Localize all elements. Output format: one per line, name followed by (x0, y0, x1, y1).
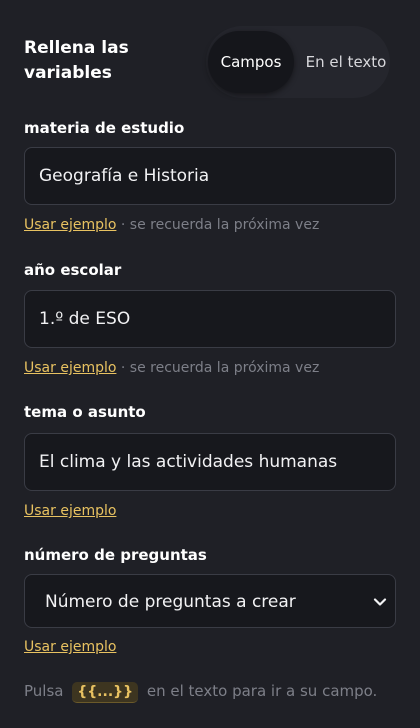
toggle-option-in-text[interactable]: En el texto (304, 26, 388, 98)
field-hint-subject: Usar ejemplo · se recuerda la próxima ve… (24, 216, 319, 234)
question-count-select-value: Número de preguntas a crear (45, 592, 296, 612)
subject-input[interactable] (24, 147, 396, 205)
use-example-link-subject[interactable]: Usar ejemplo (24, 217, 116, 233)
question-count-select[interactable]: Número de preguntas a crear (24, 574, 396, 628)
field-label-subject: materia de estudio (24, 119, 185, 137)
variable-token-chip[interactable]: {{...}} (72, 682, 139, 703)
field-label-school-year: año escolar (24, 261, 122, 279)
field-hint-topic: Usar ejemplo (24, 502, 116, 520)
panel-header: Rellena las variables Campos En el texto (24, 22, 396, 100)
footer-hint: Pulsa {{...}} en el texto para ir a su c… (24, 680, 377, 703)
view-toggle: Campos En el texto (206, 26, 390, 98)
hint-separator: · (120, 217, 126, 233)
hint-separator: · (120, 360, 126, 376)
school-year-input[interactable] (24, 290, 396, 348)
use-example-link-question-count[interactable]: Usar ejemplo (24, 639, 116, 655)
remember-note-school-year: se recuerda la próxima vez (129, 360, 320, 376)
footer-prefix: Pulsa (24, 682, 64, 700)
remember-note-subject: se recuerda la próxima vez (129, 217, 320, 233)
toggle-option-fields[interactable]: Campos (208, 31, 294, 93)
footer-suffix: en el texto para ir a su campo. (146, 682, 378, 700)
use-example-link-school-year[interactable]: Usar ejemplo (24, 360, 116, 376)
field-hint-school-year: Usar ejemplo · se recuerda la próxima ve… (24, 359, 319, 377)
use-example-link-topic[interactable]: Usar ejemplo (24, 503, 116, 519)
chevron-down-icon (373, 598, 387, 606)
variables-panel: Rellena las variables Campos En el texto… (0, 0, 420, 728)
panel-title: Rellena las variables (24, 38, 129, 83)
field-hint-question-count: Usar ejemplo (24, 638, 116, 656)
field-label-question-count: número de preguntas (24, 546, 207, 564)
field-label-topic: tema o asunto (24, 403, 146, 421)
topic-input[interactable] (24, 433, 396, 491)
